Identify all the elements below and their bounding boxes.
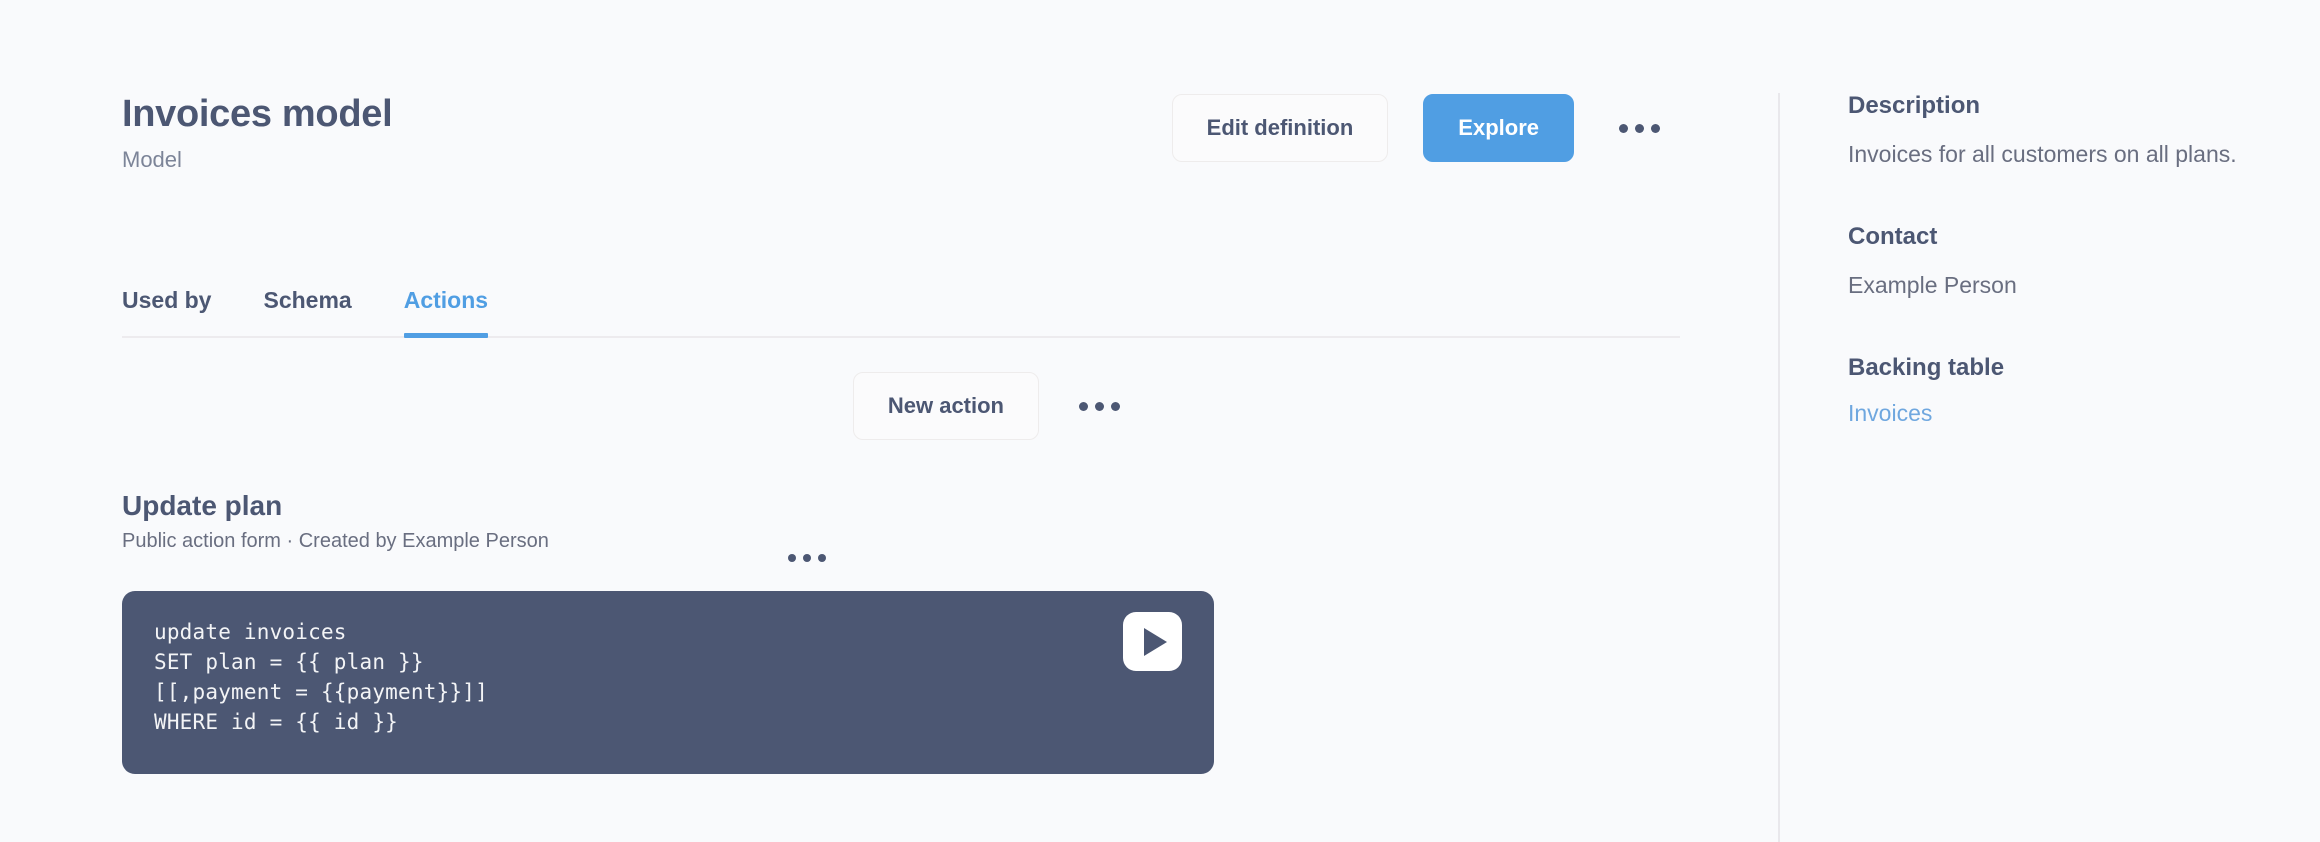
- header-actions: Edit definition Explore: [1172, 88, 1678, 162]
- ellipsis-icon: [1651, 124, 1660, 133]
- page-subtitle: Model: [122, 147, 392, 173]
- sidebar-content: Description Invoices for all customers o…: [1848, 92, 2248, 427]
- title-block: Invoices model Model: [122, 88, 392, 173]
- action-more-menu-button[interactable]: [770, 524, 844, 592]
- description-heading: Description: [1848, 92, 2248, 120]
- sidebar-divider: [1778, 93, 1780, 842]
- tab-actions[interactable]: Actions: [404, 286, 488, 336]
- page-header: Invoices model Model Edit definition Exp…: [122, 88, 1678, 168]
- description-section: Description Invoices for all customers o…: [1848, 92, 2248, 171]
- play-icon: [1144, 628, 1167, 656]
- new-action-button[interactable]: New action: [853, 372, 1039, 440]
- actions-more-menu-button[interactable]: [1061, 372, 1138, 440]
- action-header: Update plan Public action form · Created…: [122, 490, 1214, 568]
- tab-schema[interactable]: Schema: [263, 286, 351, 336]
- edit-definition-button[interactable]: Edit definition: [1172, 94, 1389, 162]
- ellipsis-icon: [818, 554, 826, 562]
- ellipsis-icon: [788, 554, 796, 562]
- backing-table-link[interactable]: Invoices: [1848, 399, 1932, 427]
- action-code-block: update invoices SET plan = {{ plan }} [[…: [122, 591, 1214, 774]
- contact-heading: Contact: [1848, 223, 2248, 251]
- ellipsis-icon: [1635, 124, 1644, 133]
- main-content: Invoices model Model Edit definition Exp…: [0, 0, 1778, 842]
- ellipsis-icon: [1095, 402, 1104, 411]
- model-detail-page: Invoices model Model Edit definition Exp…: [0, 0, 2320, 842]
- header-more-menu-button[interactable]: [1601, 94, 1678, 162]
- tab-bar: Used by Schema Actions: [122, 258, 1680, 338]
- actions-toolbar: New action: [853, 372, 1138, 440]
- run-action-button[interactable]: [1123, 612, 1182, 671]
- tab-used-by[interactable]: Used by: [122, 286, 211, 336]
- action-meta: Public action form · Created by Example …: [122, 529, 1214, 553]
- ellipsis-icon: [1079, 402, 1088, 411]
- backing-table-section: Backing table Invoices: [1848, 354, 2248, 427]
- action-sql-code: update invoices SET plan = {{ plan }} [[…: [154, 617, 1182, 737]
- contact-value: Example Person: [1848, 269, 2248, 302]
- info-sidebar: Description Invoices for all customers o…: [1778, 0, 2320, 842]
- description-text: Invoices for all customers on all plans.: [1848, 138, 2248, 171]
- ellipsis-icon: [1619, 124, 1628, 133]
- ellipsis-icon: [803, 554, 811, 562]
- action-card: Update plan Public action form · Created…: [122, 490, 1214, 774]
- contact-section: Contact Example Person: [1848, 223, 2248, 302]
- explore-button[interactable]: Explore: [1423, 94, 1574, 162]
- backing-table-heading: Backing table: [1848, 354, 2248, 382]
- page-title: Invoices model: [122, 92, 392, 136]
- action-title: Update plan: [122, 490, 1214, 522]
- ellipsis-icon: [1111, 402, 1120, 411]
